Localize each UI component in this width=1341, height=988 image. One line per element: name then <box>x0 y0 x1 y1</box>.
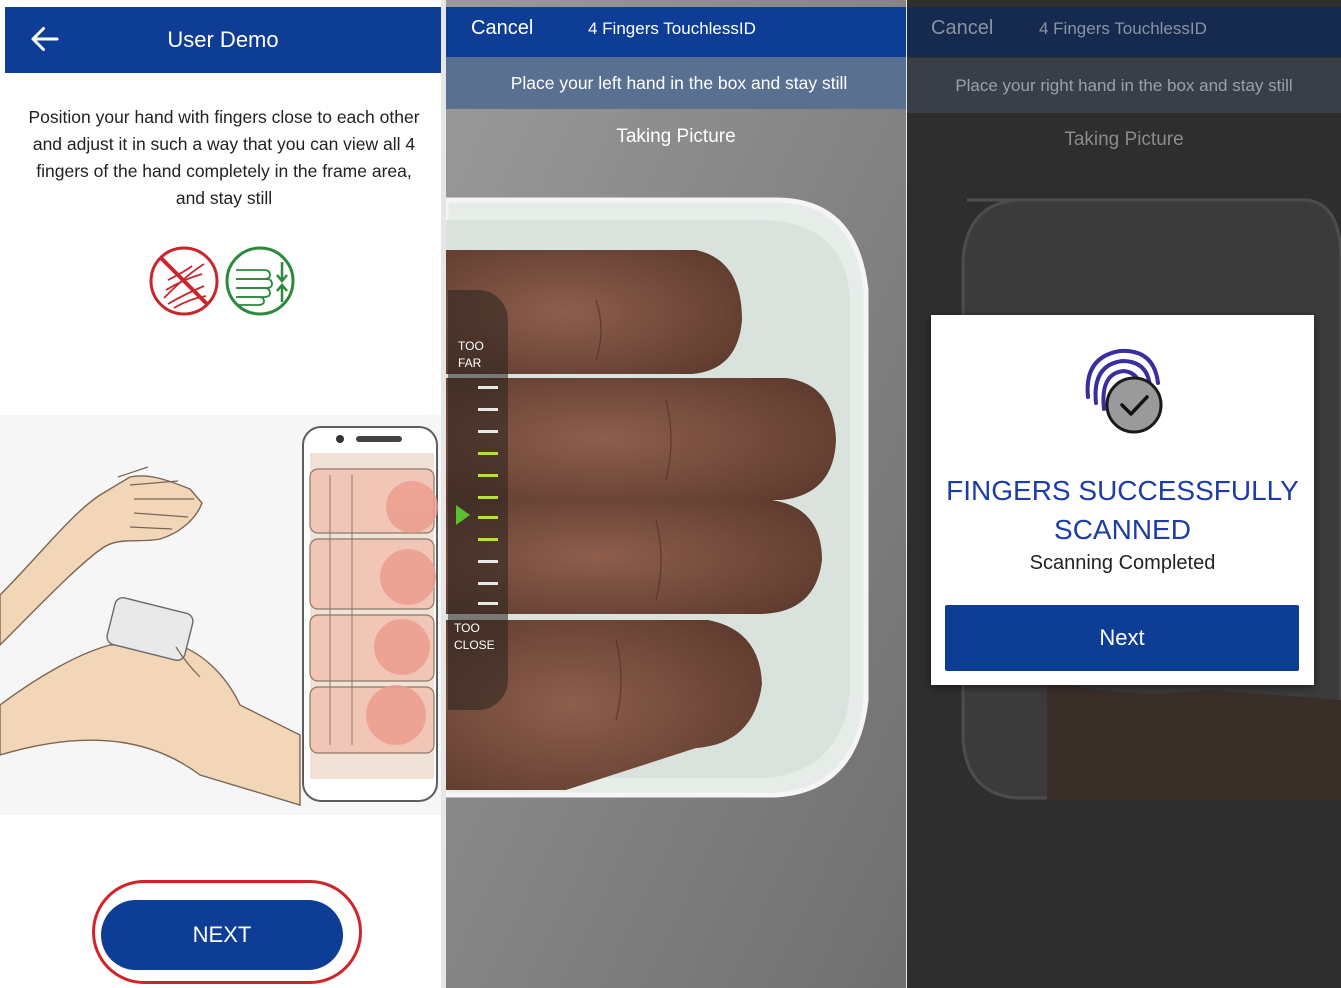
capture-left-hand-screen: Cancel 4 Fingers TouchlessID Place your … <box>446 0 906 988</box>
gauge-tick <box>478 408 498 411</box>
gauge-label-line: FAR <box>458 356 482 370</box>
gauge-tick <box>478 496 498 499</box>
gauge-label-line: TOO <box>454 621 480 635</box>
gauge-tick <box>478 430 498 433</box>
success-title-line: SCANNED <box>1054 514 1191 545</box>
gauge-position-arrow-icon <box>456 505 470 525</box>
success-title: FINGERS SUCCESSFULLY SCANNED <box>931 471 1314 549</box>
gauge-label-line: TOO <box>458 339 484 353</box>
cancel-button[interactable]: Cancel <box>931 17 993 40</box>
success-dialog: FINGERS SUCCESSFULLY SCANNED Scanning Co… <box>931 315 1314 685</box>
gauge-tick <box>478 474 498 477</box>
success-subtitle: Scanning Completed <box>1029 552 1216 574</box>
instruction-banner: Place your right hand in the box and sta… <box>907 58 1341 113</box>
app-header: Cancel 4 Fingers TouchlessID <box>446 7 906 57</box>
gauge-tick <box>478 538 498 541</box>
gauge-too-far-label: TOO FAR <box>458 338 484 372</box>
gauge-tick <box>478 452 498 455</box>
app-header: Cancel 4 Fingers TouchlessID <box>907 7 1341 57</box>
user-demo-screen: User Demo Position your hand with finger… <box>0 0 441 988</box>
gauge-label-line: CLOSE <box>454 638 495 652</box>
gauge-too-close-label: TOO CLOSE <box>454 620 495 654</box>
gauge-tick <box>478 602 498 605</box>
page-title: User Demo <box>167 27 279 52</box>
gauge-tick <box>478 516 498 519</box>
instruction-banner: Place your left hand in the box and stay… <box>446 57 906 109</box>
distance-gauge: TOO FAR TOO CLOSE <box>448 290 508 710</box>
spread-fingers-prohibited-icon <box>149 246 219 316</box>
gauge-tick <box>478 386 498 389</box>
next-button[interactable]: NEXT <box>101 900 343 970</box>
page-title: 4 Fingers TouchlessID <box>1039 19 1207 38</box>
fingerprint-check-icon <box>1085 348 1163 434</box>
next-button[interactable]: Next <box>945 605 1299 671</box>
cancel-button[interactable]: Cancel <box>471 17 533 40</box>
scan-complete-screen: Cancel 4 Fingers TouchlessID Place your … <box>907 0 1341 988</box>
app-header: User Demo <box>5 7 441 73</box>
gauge-tick <box>478 560 498 563</box>
camera-background <box>446 0 906 988</box>
hand-scan-illustration <box>0 415 441 815</box>
instruction-text: Position your hand with fingers close to… <box>28 107 420 208</box>
success-title-line: FINGERS SUCCESSFULLY <box>946 475 1299 506</box>
page-title: 4 Fingers TouchlessID <box>588 19 756 38</box>
gauge-tick <box>478 582 498 585</box>
fingers-together-allowed-icon <box>225 246 295 316</box>
status-text: Taking Picture <box>616 126 736 147</box>
status-text: Taking Picture <box>1064 129 1184 150</box>
